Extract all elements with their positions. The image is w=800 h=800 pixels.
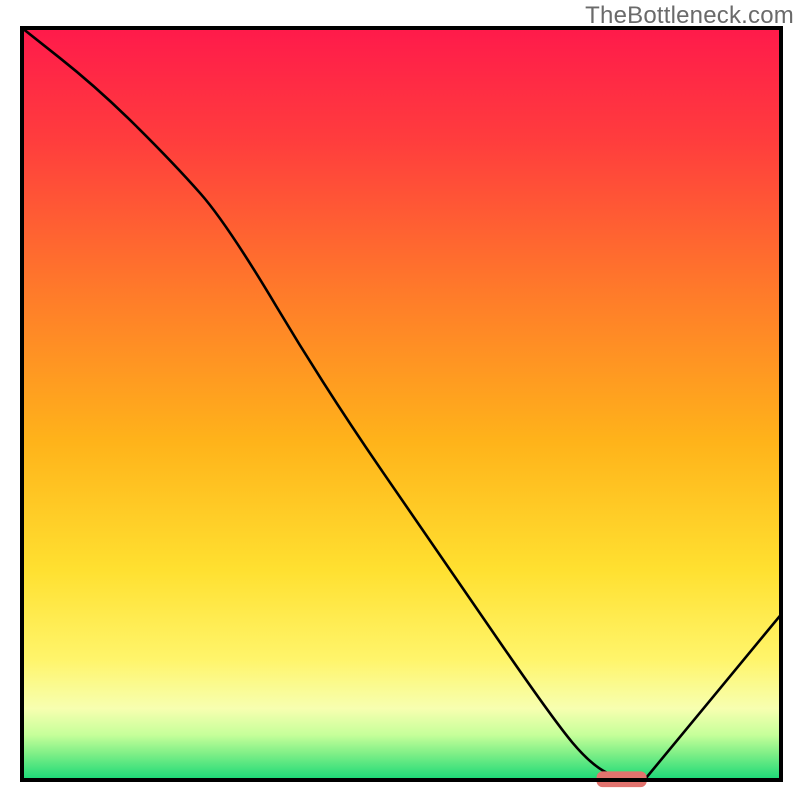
bottleneck-chart xyxy=(0,0,800,800)
watermark-text: TheBottleneck.com xyxy=(585,2,794,30)
chart-container: TheBottleneck.com xyxy=(0,0,800,800)
plot-background xyxy=(22,28,781,780)
